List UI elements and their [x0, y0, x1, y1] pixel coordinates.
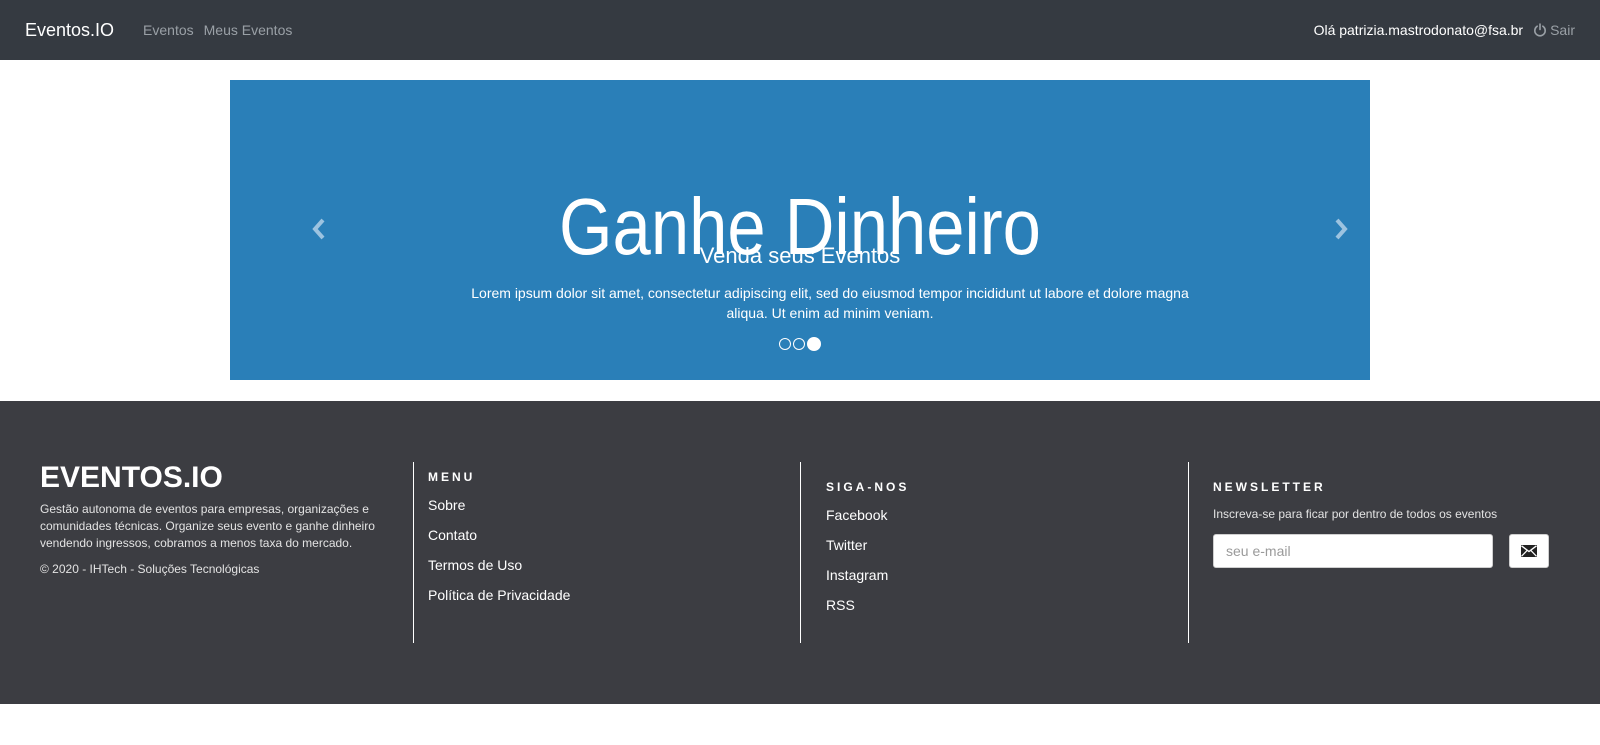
nav-link-eventos[interactable]: Eventos [143, 22, 194, 38]
carousel-next-button[interactable] [1328, 216, 1352, 242]
footer-about: EVENTOS.IO Gestão autonoma de eventos pa… [40, 461, 385, 576]
carousel-indicator-2[interactable] [793, 338, 805, 350]
footer-newsletter: NEWSLETTER Inscreva-se para ficar por de… [1213, 480, 1549, 568]
footer-menu-heading: MENU [428, 470, 476, 484]
user-greeting: Olá patrizia.mastrodonato@fsa.br [1313, 22, 1524, 38]
footer-menu: MENU Sobre Contato Termos de Uso Polític… [428, 470, 570, 617]
site-footer: EVENTOS.IO Gestão autonoma de eventos pa… [0, 401, 1600, 704]
footer-link-termos[interactable]: Termos de Uso [428, 557, 570, 573]
hero-carousel: Ganhe Dinheiro Venda seus Eventos Lorem … [230, 80, 1370, 380]
footer-copyright: © 2020 - IHTech - Soluções Tecnológicas [40, 562, 260, 576]
footer-brand: EVENTOS.IO [40, 461, 223, 494]
footer-divider [413, 462, 414, 643]
carousel-indicator-1[interactable] [779, 338, 791, 350]
carousel-indicator-3[interactable] [807, 337, 821, 351]
newsletter-text: Inscreva-se para ficar por dentro de tod… [1213, 507, 1498, 521]
footer-follow: SIGA-NOS Facebook Twitter Instagram RSS [826, 480, 909, 627]
footer-link-rss[interactable]: RSS [826, 597, 909, 613]
chevron-left-icon [312, 218, 325, 240]
footer-description: Gestão autonoma de eventos para empresas… [40, 502, 375, 550]
footer-link-contato[interactable]: Contato [428, 527, 570, 543]
footer-link-twitter[interactable]: Twitter [826, 537, 909, 553]
slide-text: Lorem ipsum dolor sit amet, consectetur … [471, 285, 1189, 321]
newsletter-subscribe-button[interactable] [1509, 534, 1549, 568]
slide-caption: Venda seus Eventos [699, 243, 901, 268]
footer-divider [800, 462, 801, 643]
logout-label: Sair [1550, 22, 1575, 38]
footer-link-facebook[interactable]: Facebook [826, 507, 909, 523]
power-icon [1534, 23, 1547, 37]
carousel-prev-button[interactable] [308, 216, 332, 242]
footer-follow-heading: SIGA-NOS [826, 480, 910, 494]
top-navbar: Eventos.IO Eventos Meus Eventos Olá patr… [0, 0, 1600, 60]
newsletter-form [1213, 534, 1549, 568]
envelope-icon [1521, 545, 1537, 557]
chevron-right-icon [1335, 218, 1348, 240]
nav-link-meus-eventos[interactable]: Meus Eventos [204, 22, 293, 38]
footer-divider [1188, 462, 1189, 643]
navbar-brand[interactable]: Eventos.IO [25, 20, 114, 41]
logout-button[interactable]: Sair [1533, 22, 1575, 38]
carousel-indicators [230, 337, 1370, 351]
navbar-user-area: Olá patrizia.mastrodonato@fsa.br Sair [1314, 22, 1575, 38]
footer-newsletter-heading: NEWSLETTER [1213, 480, 1326, 494]
footer-link-instagram[interactable]: Instagram [826, 567, 909, 583]
footer-link-sobre[interactable]: Sobre [428, 497, 570, 513]
newsletter-email-input[interactable] [1213, 534, 1493, 568]
footer-link-privacidade[interactable]: Política de Privacidade [428, 587, 570, 603]
